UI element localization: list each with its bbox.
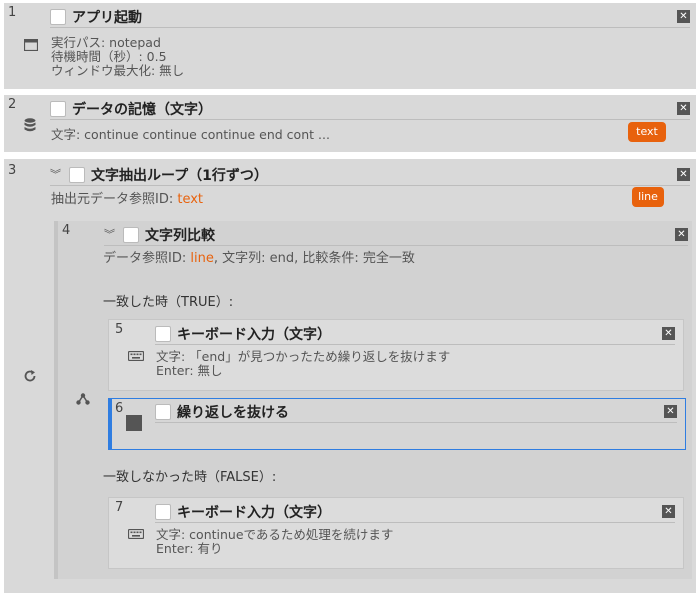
detail-label: データ参照ID:	[103, 251, 191, 266]
step-number: 1	[8, 5, 17, 20]
step-5-keyboard-input[interactable]: 5 キーボード入力（文字） ✕ 文字: 「end」が見つかったため繰り返しを抜け…	[108, 319, 684, 391]
step-header: データの記憶（文字） ✕	[50, 98, 690, 120]
chevron-double-down-icon[interactable]: ︾	[50, 168, 61, 182]
step-title: データの記憶（文字）	[72, 101, 212, 118]
output-id-badge: text	[628, 122, 666, 142]
step-number: 4	[62, 223, 71, 238]
step-header: アプリ起動 ✕	[50, 6, 690, 28]
step-6-exit-loop[interactable]: 6 繰り返しを抜ける ✕	[108, 398, 686, 450]
detail-label: 抽出元データ参照ID:	[51, 192, 178, 207]
step-checkbox[interactable]	[123, 226, 139, 243]
output-id-badge: line	[632, 187, 664, 207]
chevron-double-down-icon[interactable]: ︾	[104, 228, 115, 242]
step-title: 文字抽出ループ（1行ずつ）	[91, 167, 268, 184]
step-title: アプリ起動	[72, 9, 142, 26]
step-title: キーボード入力（文字）	[177, 326, 331, 343]
close-icon[interactable]: ✕	[677, 168, 690, 181]
step-2-store-text[interactable]: 2 データの記憶（文字） ✕ 文字: continue continue con…	[4, 95, 696, 152]
step-checkbox[interactable]	[50, 100, 66, 117]
workflow-canvas: 1 アプリ起動 ✕ 実行パス: notepad 待機時間（秒）: 0.5 ウィン…	[0, 0, 700, 596]
step-1-app-launch[interactable]: 1 アプリ起動 ✕ 実行パス: notepad 待機時間（秒）: 0.5 ウィン…	[4, 3, 696, 89]
step-checkbox[interactable]	[69, 166, 85, 183]
detail-line: 文字: 「end」が見つかったため繰り返しを抜けます	[156, 349, 451, 364]
step-detail: 抽出元データ参照ID: text	[51, 193, 203, 207]
close-icon[interactable]: ✕	[662, 327, 675, 340]
false-branch-label: 一致しなかった時（FALSE）:	[103, 470, 277, 485]
detail-line: 実行パス: notepad	[51, 35, 161, 50]
step-number: 3	[8, 163, 17, 178]
detail-ref: line	[190, 251, 214, 266]
step-checkbox[interactable]	[155, 403, 171, 420]
step-detail: データ参照ID: line, 文字列: end, 比較条件: 完全一致	[103, 252, 415, 266]
detail-line: ウィンドウ最大化: 無し	[51, 63, 185, 78]
close-icon[interactable]: ✕	[677, 102, 690, 115]
window-icon	[24, 39, 38, 51]
step-checkbox[interactable]	[155, 325, 171, 342]
step-detail: 文字: 「end」が見つかったため繰り返しを抜けます Enter: 無し	[156, 350, 450, 378]
keyboard-icon	[128, 351, 144, 361]
step-title: 繰り返しを抜ける	[177, 404, 289, 421]
step-header: 繰り返しを抜ける ✕	[155, 401, 677, 423]
step-4-compare[interactable]: 4 ︾ 文字列比較 ✕ データ参照ID: line, 文字列: end, 比較条…	[54, 221, 692, 579]
detail-line: 文字: continueであるため処理を続けます	[156, 527, 394, 542]
close-icon[interactable]: ✕	[664, 405, 677, 418]
detail-ref: text	[177, 192, 204, 207]
step-header: キーボード入力（文字） ✕	[155, 323, 675, 345]
step-number: 6	[115, 401, 124, 416]
step-number: 2	[8, 97, 17, 112]
step-checkbox[interactable]	[155, 503, 171, 520]
keyboard-icon	[128, 529, 144, 539]
step-number: 5	[115, 322, 124, 337]
database-icon	[24, 118, 36, 132]
step-checkbox[interactable]	[50, 8, 66, 25]
close-icon[interactable]: ✕	[677, 10, 690, 23]
step-header: キーボード入力（文字） ✕	[155, 501, 675, 523]
branch-icon	[76, 393, 90, 405]
detail-line: 待機時間（秒）: 0.5	[51, 49, 167, 64]
detail-text: , 文字列: end, 比較条件: 完全一致	[213, 251, 415, 266]
step-header: ︾ 文字抽出ループ（1行ずつ） ✕	[50, 164, 690, 186]
detail-line: Enter: 有り	[156, 541, 223, 556]
step-title: キーボード入力（文字）	[177, 504, 331, 521]
step-7-keyboard-input[interactable]: 7 キーボード入力（文字） ✕ 文字: continueであるため処理を続けます	[108, 497, 684, 569]
step-title: 文字列比較	[145, 227, 215, 244]
close-icon[interactable]: ✕	[662, 505, 675, 518]
step-header: ︾ 文字列比較 ✕	[104, 224, 688, 246]
detail-line: Enter: 無し	[156, 363, 223, 378]
step-detail: 実行パス: notepad 待機時間（秒）: 0.5 ウィンドウ最大化: 無し	[51, 36, 184, 78]
stop-icon	[126, 415, 142, 431]
close-icon[interactable]: ✕	[675, 228, 688, 241]
step-number: 7	[115, 500, 124, 515]
true-branch-label: 一致した時（TRUE）:	[103, 295, 234, 310]
step-3-loop[interactable]: 3 ︾ 文字抽出ループ（1行ずつ） ✕ 抽出元データ参照ID: text lin…	[4, 159, 696, 593]
loop-icon	[24, 370, 36, 382]
step-detail: 文字: continueであるため処理を続けます Enter: 有り	[156, 528, 393, 556]
step-detail: 文字: continue continue continue end cont …	[51, 127, 330, 142]
